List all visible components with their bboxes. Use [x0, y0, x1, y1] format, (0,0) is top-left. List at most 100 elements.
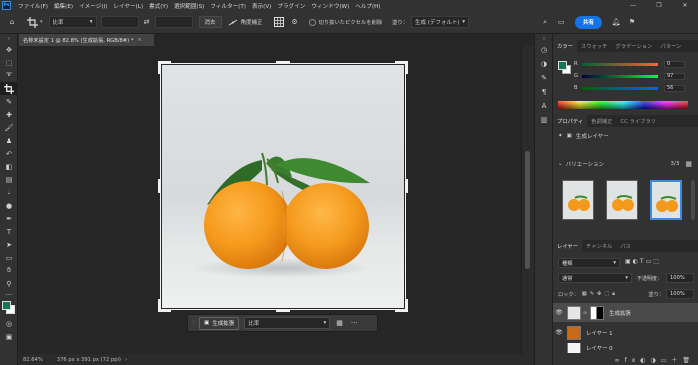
scrollbar-thumb[interactable] — [525, 151, 530, 269]
crop-handle-top[interactable] — [276, 61, 290, 64]
red-value[interactable]: 0 — [664, 60, 685, 68]
menu-plugins[interactable]: プラグイン — [274, 2, 308, 10]
crop-handle-bottom[interactable] — [276, 309, 290, 312]
character-panel-icon[interactable]: A — [535, 99, 553, 113]
layer-row-layer-1[interactable]: 👁︎ レイヤー 1 — [553, 323, 698, 342]
menu-edit[interactable]: 編集(E) — [51, 2, 76, 10]
minimize-button[interactable]: — — [620, 0, 646, 11]
fill-select[interactable]: 生成 (デフォルト) ▾ — [411, 16, 470, 28]
layers-footer-buttons[interactable]: ∞fx◐◑▭＋🗑︎ — [553, 353, 698, 365]
screen-mode-icon[interactable]: ▣ — [0, 330, 18, 343]
maximize-button[interactable]: ❐ — [646, 0, 672, 11]
more-options-icon[interactable]: ··· — [351, 319, 358, 327]
crop-handle-bottom-right-vertical[interactable] — [405, 299, 408, 312]
layer-mask-thumbnail[interactable] — [590, 305, 605, 320]
crop-settings-gear-icon[interactable]: ⚙ — [289, 16, 301, 28]
clear-button[interactable]: 消去 — [198, 16, 222, 28]
libraries-panel-icon[interactable]: ▥ — [535, 113, 553, 127]
variation-thumbnail-2[interactable] — [606, 180, 638, 220]
search-icon[interactable]: ⌕ — [539, 16, 551, 28]
dodge-tool-icon[interactable]: ● — [0, 199, 18, 212]
path-selection-tool-icon[interactable]: ➤ — [0, 238, 18, 251]
brush-settings-panel-icon[interactable]: ✎ — [535, 71, 553, 85]
delete-cropped-pixels-checkbox[interactable] — [308, 18, 316, 26]
variations-scrollbar[interactable] — [691, 180, 695, 220]
tab-cc-libraries[interactable]: CC ライブラリ — [616, 115, 660, 127]
crop-frame[interactable] — [160, 63, 406, 310]
workspace-icon[interactable]: ▭ — [555, 16, 567, 28]
cloud-docs-icon[interactable]: ⚑ — [626, 16, 638, 28]
menu-view[interactable]: 表示(V) — [249, 2, 274, 10]
share-button[interactable]: 共有 — [575, 15, 603, 29]
blue-value[interactable]: 56 — [664, 84, 685, 92]
straighten-icon[interactable] — [227, 16, 239, 28]
tab-channels[interactable]: チャンネル — [582, 240, 616, 252]
menu-layer[interactable]: レイヤー(L) — [110, 2, 146, 10]
context-ratio-select[interactable]: 比率 ▾ — [244, 317, 331, 329]
tab-color[interactable]: カラー — [553, 40, 577, 52]
menu-type[interactable]: 書式(Y) — [146, 2, 171, 10]
crop-handle-top-left-vertical[interactable] — [158, 61, 161, 74]
hand-tool-icon[interactable]: ✋︎ — [0, 264, 18, 277]
height-input[interactable] — [154, 16, 193, 28]
move-tool-icon[interactable]: ✥ — [0, 43, 18, 56]
marquee-tool-icon[interactable]: ⬚ — [0, 56, 18, 69]
tab-swatches[interactable]: スウォッチ — [577, 40, 612, 52]
menu-filter[interactable]: フィルター(T) — [207, 2, 249, 10]
color-spectrum[interactable] — [558, 101, 688, 109]
green-value[interactable]: 97 — [664, 72, 685, 80]
adjustments-panel-icon[interactable]: ◑ — [535, 57, 553, 71]
menu-select[interactable]: 選択範囲(S) — [171, 2, 207, 10]
tab-gradients[interactable]: グラデーション — [611, 40, 656, 52]
variation-thumbnail-3[interactable] — [650, 180, 682, 220]
more-tools-icon[interactable]: ··· — [0, 290, 18, 299]
menu-file[interactable]: ファイル(F) — [15, 2, 51, 10]
clone-stamp-tool-icon[interactable]: ♟ — [0, 134, 18, 147]
drag-handle-icon[interactable]: ⋮ — [191, 320, 196, 326]
visibility-eye-icon[interactable]: 👁︎ — [553, 329, 565, 336]
width-input[interactable] — [100, 16, 139, 28]
ratio-select[interactable]: 比率 ▾ — [48, 16, 97, 28]
layer-row-generative-expand[interactable]: 👁︎ ∞ 生成拡張 — [553, 303, 698, 322]
blend-mode-select[interactable]: 通常 ▾ — [558, 273, 632, 283]
crop-handle-right[interactable] — [405, 179, 408, 193]
color-panel-fg-swatch[interactable] — [558, 61, 567, 70]
lock-icons[interactable]: ▦✎✥⬚🔒︎ — [582, 291, 618, 298]
eraser-tool-icon[interactable]: ◧ — [0, 160, 18, 173]
zoom-tool-icon[interactable]: ⚲ — [0, 277, 18, 290]
overlay-grid-icon[interactable] — [273, 16, 285, 28]
history-brush-tool-icon[interactable]: ↶ — [0, 147, 18, 160]
gradient-tool-icon[interactable]: ▤ — [0, 173, 18, 186]
type-tool-icon[interactable]: T — [0, 225, 18, 238]
tab-paths[interactable]: パス — [616, 240, 635, 252]
tab-patterns[interactable]: パターン — [656, 40, 685, 52]
crop-handle-bottom-left-vertical[interactable] — [158, 299, 161, 312]
eyedropper-tool-icon[interactable]: ✎ — [0, 95, 18, 108]
zoom-level[interactable]: 82.64% — [23, 357, 43, 363]
crop-handle-left[interactable] — [158, 179, 161, 193]
chevron-down-icon[interactable]: ⌄ — [558, 161, 563, 167]
menu-help[interactable]: ヘルプ(H) — [352, 2, 383, 10]
layer-row-layer-0[interactable]: レイヤー 0 — [553, 343, 698, 353]
notification-bell-icon[interactable]: 🔔︎ — [610, 16, 622, 28]
rectangle-tool-icon[interactable]: ▭ — [0, 251, 18, 264]
swap-icon[interactable]: ⇄ — [141, 16, 153, 28]
foreground-color-swatch[interactable] — [2, 301, 11, 310]
tab-layers[interactable]: レイヤー — [553, 240, 583, 252]
layer-kind-filter[interactable]: 種類 ▾ — [558, 258, 620, 268]
canvas-vertical-scrollbar[interactable] — [521, 46, 534, 354]
document-tab[interactable]: 名称未設定 1 @ 82.8% (生成拡張, RGB/8#) * × — [19, 34, 154, 46]
variation-thumbnail-1[interactable] — [562, 180, 594, 220]
red-slider[interactable] — [582, 62, 658, 66]
layer-filter-icons[interactable]: ▣◐T▭⬚ — [625, 258, 661, 265]
menu-window[interactable]: ウィンドウ(W) — [308, 2, 352, 10]
layer-fill-input[interactable]: 100% — [666, 289, 694, 299]
blur-tool-icon[interactable]: 💧︎ — [0, 186, 18, 199]
close-window-button[interactable]: ✕ — [672, 0, 698, 11]
crop-tool-preset-icon[interactable] — [26, 16, 38, 28]
opacity-input[interactable]: 100% — [666, 273, 694, 283]
collapse-chevrons-icon[interactable]: » — [0, 34, 18, 43]
lasso-tool-icon[interactable]: ➰︎ — [0, 69, 18, 82]
brush-tool-icon[interactable]: 🖌︎ — [0, 121, 18, 134]
collapse-panels-icon[interactable]: « — [535, 34, 553, 43]
